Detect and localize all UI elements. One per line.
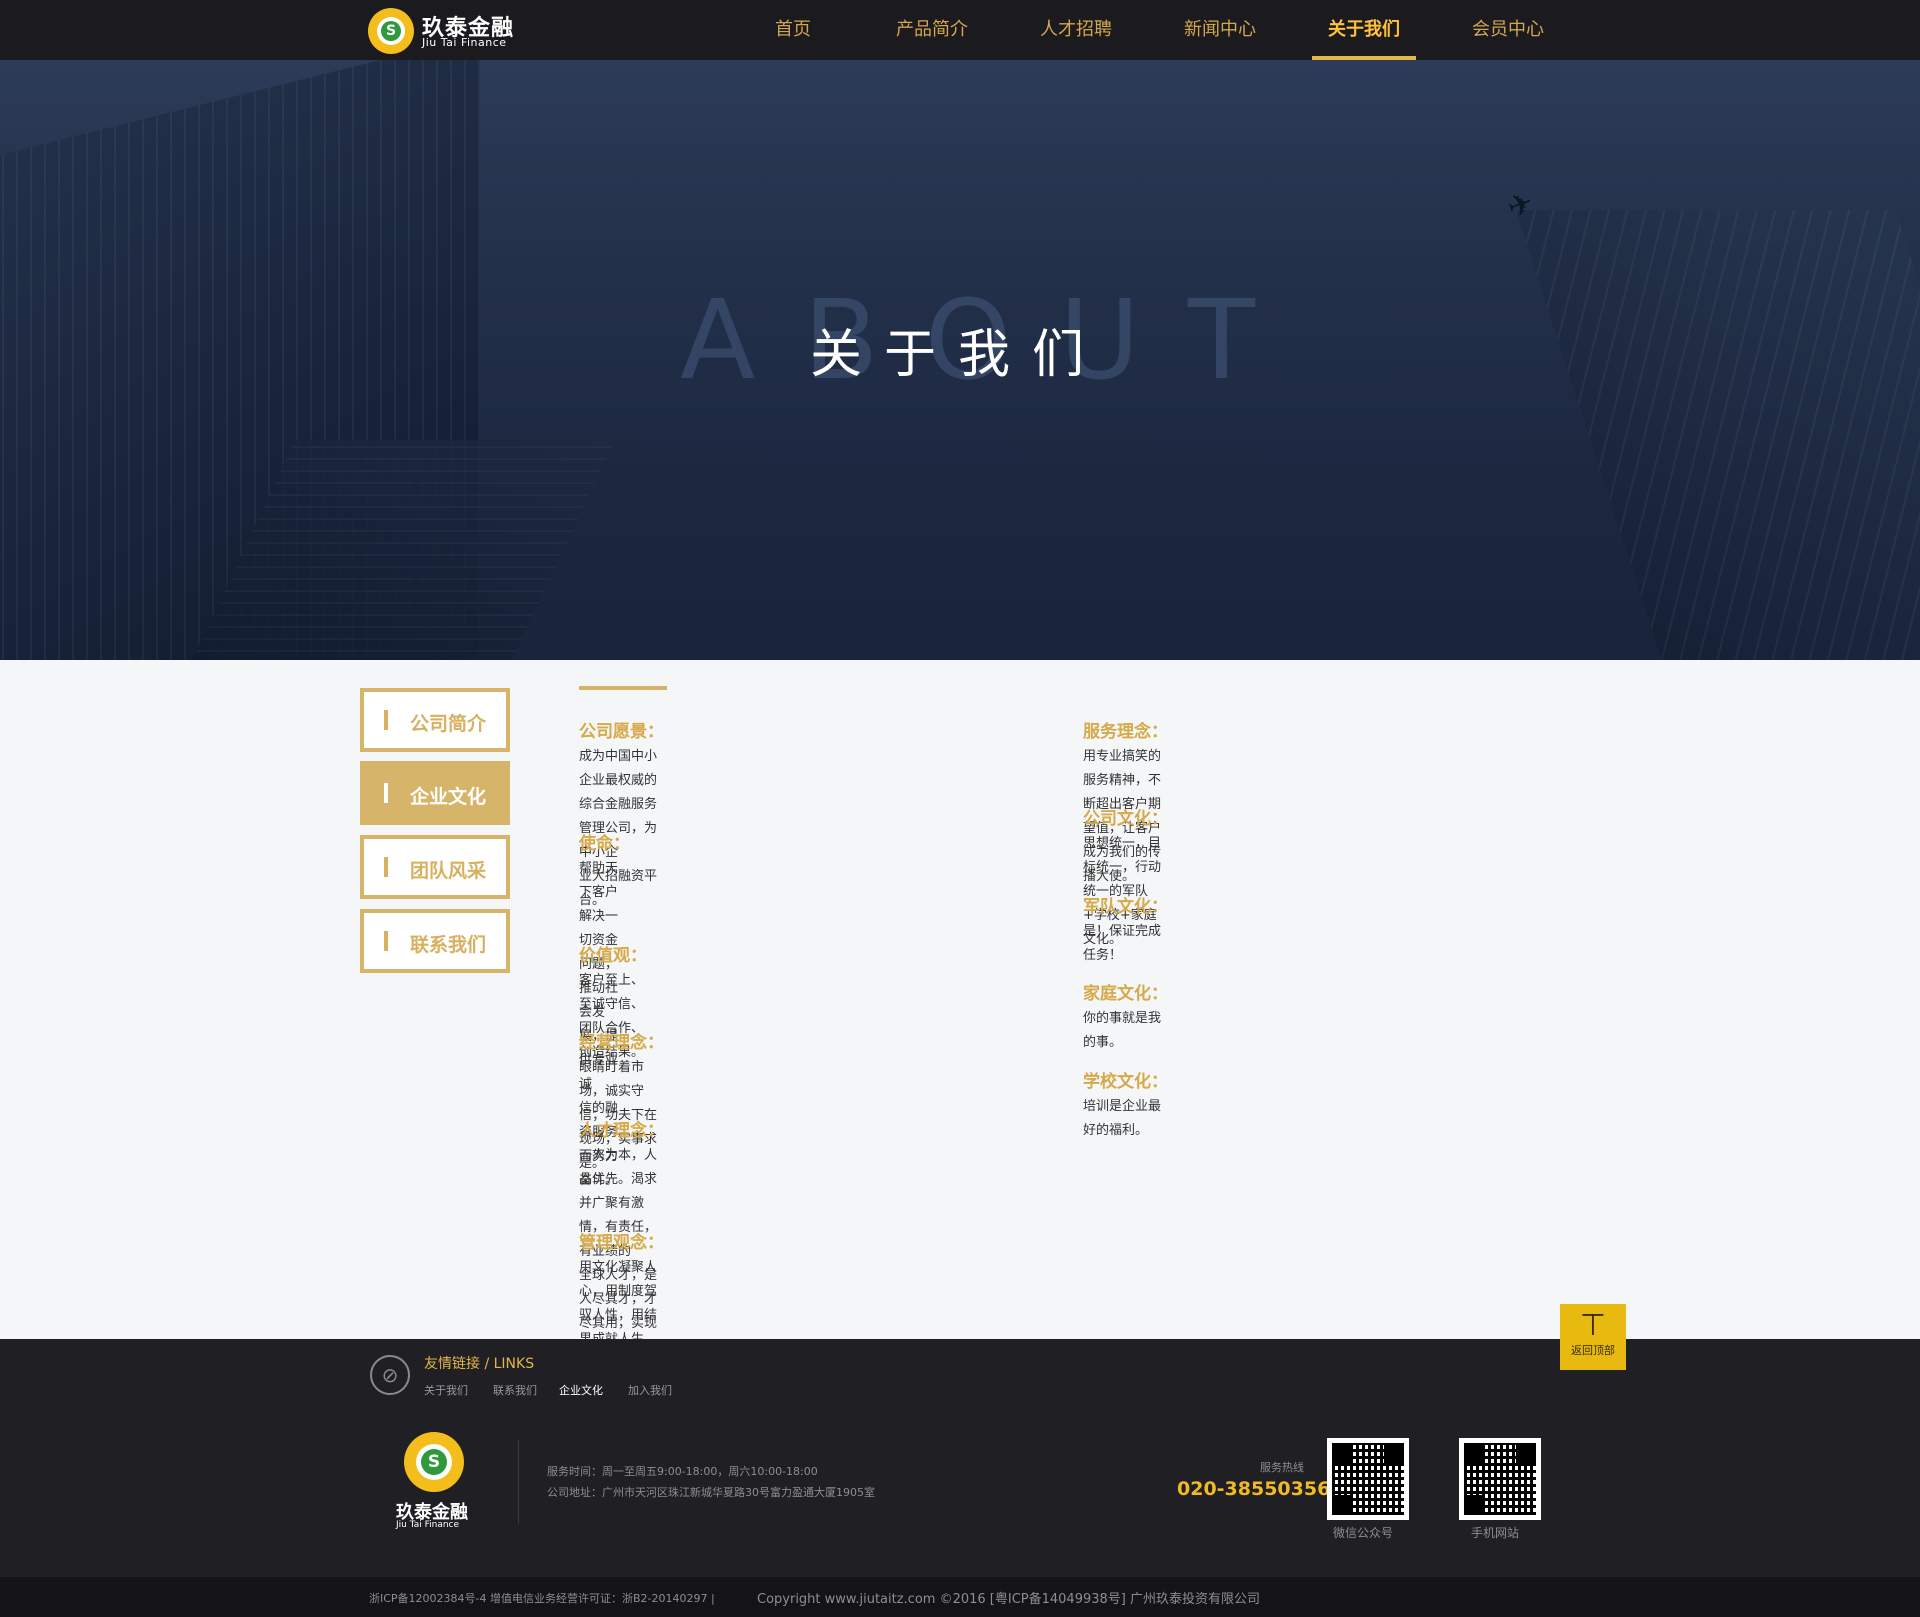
wechat-qr-label: 微信公众号 xyxy=(1333,1526,1394,1540)
culture-entry-text: 培训是企业最好的福利。 xyxy=(1083,1099,1162,1138)
link-icon: ⊘ xyxy=(370,1355,410,1395)
banner-title: 关于我们 xyxy=(810,325,1107,385)
culture-entry: 家庭文化： 你的事就是我的事。 xyxy=(1083,979,1168,1055)
culture-entry-title: 价值观： xyxy=(579,946,647,966)
mobile-site-qr-code xyxy=(1459,1438,1541,1520)
links-title: 友情链接 / LINKS xyxy=(424,1356,535,1372)
culture-entry-title: 军队文化： xyxy=(1083,897,1168,917)
sidebar-item-label: 联系我们 xyxy=(410,934,487,956)
hotline-number: 020-38550356 xyxy=(1177,1478,1331,1500)
sidebar-item-label: 公司简介 xyxy=(410,713,487,735)
bar-icon xyxy=(384,710,388,730)
logo-mark-icon: S xyxy=(404,1432,464,1492)
sidebar-item-label: 企业文化 xyxy=(410,786,487,808)
nav-item-about[interactable]: 关于我们 xyxy=(1312,0,1416,60)
footer-divider xyxy=(518,1440,519,1524)
footer-logo: S 玖泰金融 Jiu Tai Finance xyxy=(396,1432,480,1532)
company-address: 公司地址：广州市天河区珠江新城华夏路30号富力盈通大厦1905室 xyxy=(547,1486,875,1499)
culture-entry-text: 是！保证完成任务！ xyxy=(1083,924,1162,963)
culture-entry-title: 服务理念： xyxy=(1083,722,1168,742)
culture-entry-title: 学校文化： xyxy=(1083,1072,1168,1092)
culture-entry-title: 人才理念： xyxy=(579,1121,664,1141)
copyright-text: Copyright www.jiutaitz.com ©2016 [粤ICP备1… xyxy=(757,1592,1260,1607)
back-to-top-button[interactable]: ⊤ 返回顶部 xyxy=(1560,1304,1626,1370)
culture-entry-title: 公司文化： xyxy=(1083,809,1168,829)
footer-link-join[interactable]: 加入我们 xyxy=(628,1382,672,1398)
bar-icon xyxy=(384,857,388,877)
culture-entry: 管理观念： 用文化凝聚人心，用制度驾驭人性，用结果成就人生。 xyxy=(579,1228,664,1352)
culture-entry-title: 公司愿景： xyxy=(579,722,664,742)
sidebar-item-profile[interactable]: 公司简介 xyxy=(360,688,510,752)
site-footer xyxy=(0,1339,1920,1577)
culture-entry-text: 你的事就是我的事。 xyxy=(1083,1011,1162,1050)
mobile-site-qr-label: 手机网站 xyxy=(1471,1526,1520,1540)
wechat-qr-code xyxy=(1327,1438,1409,1520)
nav-item-member[interactable]: 会员中心 xyxy=(1468,0,1548,60)
sidebar-item-culture[interactable]: 企业文化 xyxy=(360,761,510,825)
logo-mark-icon: S xyxy=(368,8,414,54)
top-header: S 玖泰金融 Jiu Tai Finance 首页 产品简介 人才招聘 新闻中心… xyxy=(0,0,1920,60)
sidebar-item-team[interactable]: 团队风采 xyxy=(360,835,510,899)
section-accent-line xyxy=(579,686,667,690)
culture-entry-title: 经营理念： xyxy=(579,1033,664,1053)
arrow-up-icon: ⊤ xyxy=(1579,1308,1607,1343)
footer-link-about[interactable]: 关于我们 xyxy=(424,1382,468,1398)
culture-entry-title: 使命： xyxy=(579,834,630,854)
sidebar-item-contact[interactable]: 联系我们 xyxy=(360,909,510,973)
hero-banner: ✈ ABOUT 关于我们 xyxy=(0,60,1920,660)
back-to-top-label: 返回顶部 xyxy=(1571,1344,1615,1357)
service-time: 服务时间：周一至周五9:00-18:00，周六10:00-18:00 xyxy=(547,1465,818,1478)
footer-brand-name-en: Jiu Tai Finance xyxy=(396,1520,460,1530)
culture-entry-text: 用文化凝聚人心，用制度驾驭人性，用结果成就人生。 xyxy=(579,1260,658,1347)
brand-name-en: Jiu Tai Finance xyxy=(422,36,507,49)
hotline-label: 服务热线 xyxy=(1260,1461,1304,1474)
bar-icon xyxy=(384,931,388,951)
banner-building-right xyxy=(1515,210,1920,660)
sidebar-item-label: 团队风采 xyxy=(410,860,487,882)
footer-link-contact[interactable]: 联系我们 xyxy=(493,1382,537,1398)
icp-license-text: 浙ICP备12002384号-4 增值电信业务经营许可证：浙B2-2014029… xyxy=(369,1592,715,1605)
bar-icon xyxy=(384,783,388,803)
nav-item-home[interactable]: 首页 xyxy=(773,0,813,60)
nav-item-news[interactable]: 新闻中心 xyxy=(1180,0,1260,60)
culture-entry-title: 家庭文化： xyxy=(1083,984,1168,1004)
nav-item-recruitment[interactable]: 人才招聘 xyxy=(1036,0,1116,60)
brand-logo[interactable]: S 玖泰金融 Jiu Tai Finance xyxy=(368,8,528,54)
footer-link-culture[interactable]: 企业文化 xyxy=(559,1382,603,1398)
nav-item-products[interactable]: 产品简介 xyxy=(892,0,972,60)
culture-entry-title: 管理观念： xyxy=(579,1233,664,1253)
culture-entry: 军队文化： 是！保证完成任务！ xyxy=(1083,892,1168,968)
culture-entry: 学校文化： 培训是企业最好的福利。 xyxy=(1083,1067,1168,1143)
